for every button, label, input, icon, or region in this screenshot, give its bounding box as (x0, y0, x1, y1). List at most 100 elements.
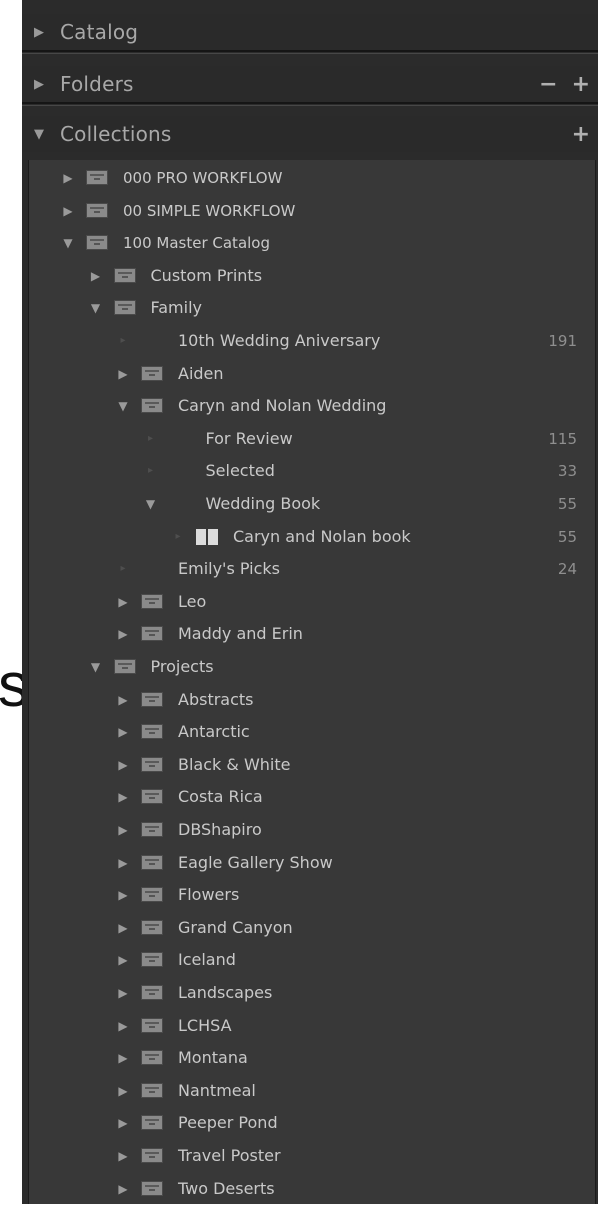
collection-set-icon (141, 919, 163, 935)
collection-row[interactable]: ▶ Abstracts (29, 684, 595, 717)
collection-row[interactable]: ▸ Emily's Picks 24 (29, 553, 595, 586)
collection-row[interactable]: ▶ Iceland (29, 944, 595, 977)
disclosure-right-icon[interactable]: ▶ (116, 789, 130, 805)
collection-row[interactable]: ▶ Montana (29, 1042, 595, 1075)
collection-row[interactable]: ▼ Caryn and Nolan Wedding (29, 390, 595, 423)
collection-set-icon (141, 1115, 163, 1131)
disclosure-right-icon[interactable]: ▶ (24, 77, 54, 92)
collection-set-icon (141, 398, 163, 414)
disclosure-right-icon[interactable]: ▶ (61, 170, 75, 186)
collections-header[interactable]: ▼ Collections + (22, 116, 598, 152)
collection-row[interactable]: ▶ Grand Canyon (29, 912, 595, 945)
disclosure-right-icon[interactable]: ▶ (61, 203, 75, 219)
collection-row[interactable]: ▶ DBShapiro (29, 814, 595, 847)
disclosure-right-icon[interactable]: ▶ (116, 594, 130, 610)
collection-row[interactable]: ▶ Costa Rica (29, 781, 595, 814)
collection-row[interactable]: ▸ For Review 115 (29, 423, 595, 456)
collection-name: Black & White (178, 754, 291, 774)
collection-row[interactable]: ▶ Landscapes (29, 977, 595, 1010)
add-collection-button[interactable]: + (572, 122, 590, 147)
photo-count: 115 (548, 429, 577, 448)
collection-set-icon (113, 300, 136, 316)
disclosure-right-icon[interactable]: ▶ (116, 822, 130, 838)
collection-name: Nantmeal (178, 1080, 256, 1100)
collection-row[interactable]: ▶ Flowers (29, 879, 595, 912)
disclosure-right-icon[interactable]: ▶ (116, 887, 130, 903)
collection-row[interactable]: ▶ Peeper Pond (29, 1107, 595, 1140)
collection-row[interactable]: ▶ 000 PRO WORKFLOW (29, 162, 595, 195)
disclosure-right-icon[interactable]: ▶ (116, 855, 130, 871)
collection-row[interactable]: ▶ Eagle Gallery Show (29, 847, 595, 880)
collection-row[interactable]: ▶ LCHSA (29, 1010, 595, 1043)
collection-set-icon (141, 1148, 163, 1163)
collection-row[interactable]: ▶ Aiden (29, 358, 595, 391)
collection-name: Wedding Book (205, 494, 321, 513)
disclosure-right-icon[interactable]: ▶ (116, 1148, 130, 1164)
disclosure-right-icon[interactable]: ▶ (116, 1181, 130, 1197)
disclosure-right-icon[interactable]: ▶ (116, 985, 130, 1001)
disclosure-right-icon[interactable]: ▶ (116, 366, 130, 382)
disclosure-down-icon[interactable]: ▼ (89, 300, 103, 316)
collection-set-icon (141, 952, 163, 968)
folders-header[interactable]: ▶ Folders − + (22, 66, 598, 102)
collection-row[interactable]: ▶ Travel Poster (29, 1140, 595, 1173)
collection-set-icon (86, 170, 108, 185)
collection-row[interactable]: ▶ Two Deserts (29, 1173, 595, 1205)
disclosure-down-icon[interactable]: ▼ (89, 659, 103, 675)
collection-row[interactable]: ▶ Custom Prints (29, 260, 595, 293)
disclosure-right-icon[interactable]: ▶ (116, 692, 130, 708)
collection-name: Peeper Pond (178, 1113, 278, 1133)
collection-row[interactable]: ▼ Projects (29, 651, 595, 684)
photo-count: 33 (557, 462, 577, 481)
collection-name: Costa Rica (178, 787, 263, 807)
collection-set-icon (141, 626, 163, 642)
disclosure-down-icon[interactable]: ▼ (144, 496, 158, 512)
disclosure-right-icon[interactable]: ▶ (116, 724, 130, 740)
collection-set-icon (141, 1050, 163, 1066)
disclosure-right-icon[interactable]: ▶ (89, 268, 103, 284)
collection-set-icon (141, 1082, 163, 1098)
collection-row[interactable]: ▶ Nantmeal (29, 1075, 595, 1108)
collection-row[interactable]: ▶ 00 SIMPLE WORKFLOW (29, 195, 595, 228)
collection-name: For Review (205, 428, 293, 448)
collection-row[interactable]: ▼ Family (29, 292, 595, 325)
collection-set-icon (141, 593, 163, 609)
collections-tree: ▶ 000 PRO WORKFLOW ▶ 00 SIMPLE WORKFLOW ▼ 100… (28, 160, 596, 1204)
collection-row[interactable]: ▼ Wedding Book 55 (29, 488, 595, 521)
catalog-header[interactable]: ▶ Catalog (22, 14, 598, 50)
disclosure-right-icon[interactable]: ▶ (116, 952, 130, 968)
collection-row[interactable]: ▸ Selected 33 (29, 455, 595, 488)
collection-icon (169, 463, 191, 478)
collections-label: Collections (60, 122, 172, 146)
collection-row[interactable]: ▸ Caryn and Nolan book 55 (29, 521, 595, 554)
collection-row[interactable]: ▼ 100 Master Catalog (29, 227, 595, 260)
disclosure-right-icon[interactable]: ▶ (116, 626, 130, 642)
collection-set-icon (86, 235, 108, 251)
disclosure-right-icon[interactable]: ▶ (116, 1050, 130, 1066)
collection-set-icon (141, 985, 163, 1000)
collection-name: Custom Prints (150, 265, 263, 285)
collection-name: Iceland (178, 950, 236, 970)
disclosure-right-icon[interactable]: ▶ (116, 1018, 130, 1034)
disclosure-down-icon[interactable]: ▼ (116, 398, 130, 414)
disclosure-down-icon[interactable]: ▼ (61, 235, 75, 251)
collection-row[interactable]: ▸ 10th Wedding Aniversary 191 (29, 325, 595, 358)
disclosure-down-icon[interactable]: ▼ (24, 127, 54, 142)
collection-set-icon (141, 691, 163, 707)
disclosure-right-icon[interactable]: ▶ (116, 920, 130, 936)
collection-row[interactable]: ▶ Black & White (29, 749, 595, 782)
collection-set-icon (113, 267, 136, 283)
disclosure-right-icon[interactable]: ▶ (116, 1115, 130, 1131)
disclosure-right-icon[interactable]: ▶ (116, 1083, 130, 1099)
collection-row[interactable]: ▶ Leo (29, 586, 595, 619)
collection-row[interactable]: ▶ Maddy and Erin (29, 618, 595, 651)
remove-folder-button[interactable]: − (539, 72, 557, 97)
disclosure-right-icon[interactable]: ▶ (116, 757, 130, 773)
collection-set-icon (86, 202, 108, 218)
collection-row[interactable]: ▶ Antarctic (29, 716, 595, 749)
catalog-label: Catalog (60, 20, 139, 44)
collection-name: Emily's Picks (178, 559, 281, 579)
add-folder-button[interactable]: + (572, 72, 590, 97)
disclosure-right-icon[interactable]: ▶ (24, 25, 54, 40)
collection-name: DBShapiro (178, 820, 262, 839)
